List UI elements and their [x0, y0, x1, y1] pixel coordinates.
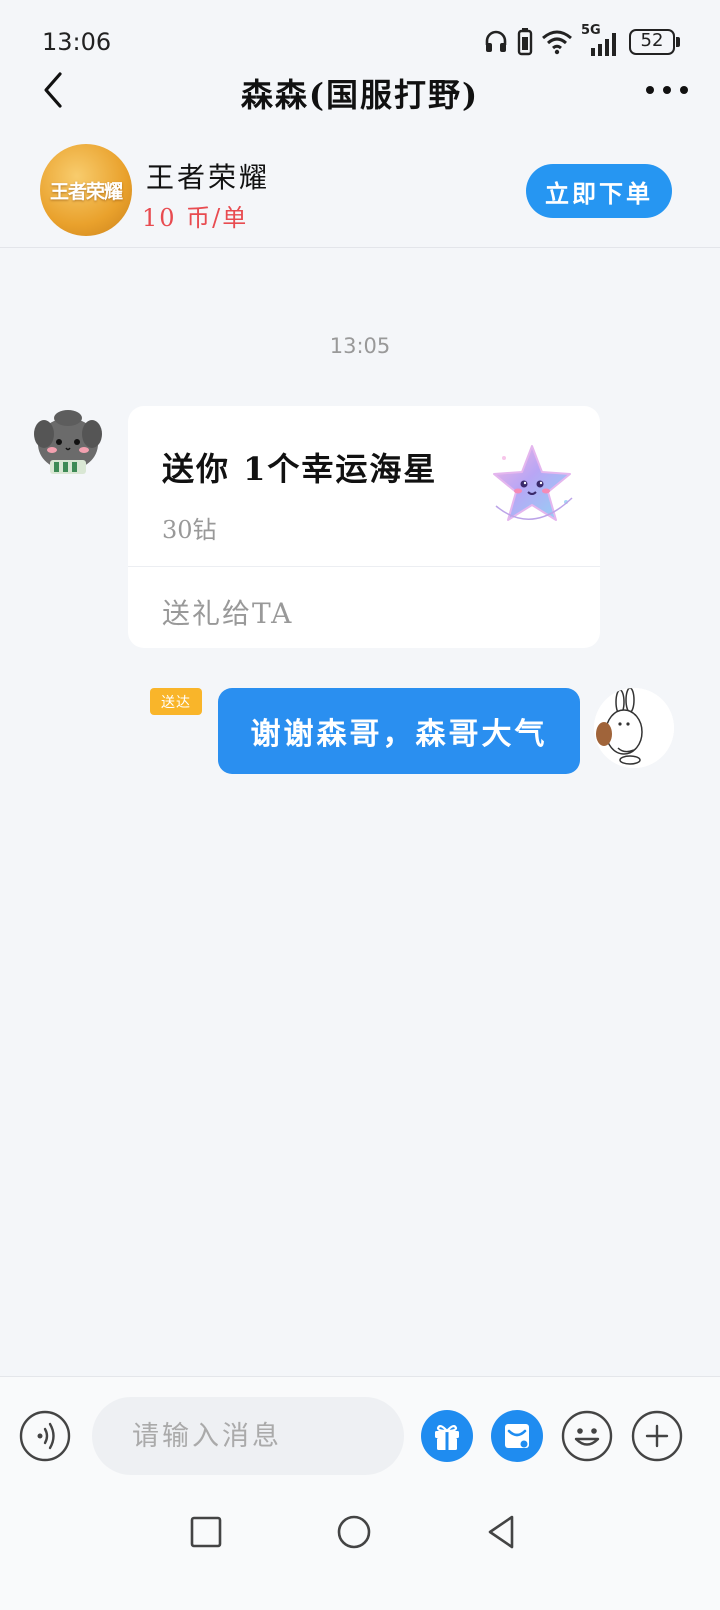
voice-input-icon[interactable] [18, 1409, 72, 1463]
service-bar: 王者荣耀 王者荣耀 10 币/单 立即下单 [0, 130, 720, 248]
vibrate-icon [517, 28, 533, 56]
message-input-bar [0, 1376, 720, 1494]
gift-title: 送你 1个幸运海星 [162, 450, 438, 488]
delivered-status-badge: 送达 [150, 688, 202, 715]
battery-icon: 52 [629, 29, 680, 55]
wifi-icon [542, 30, 572, 55]
gift-message-card[interactable]: 送你 1个幸运海星 30钻 送礼给TA [128, 406, 600, 648]
send-gift-back-link[interactable]: 送礼给TA [162, 592, 293, 632]
status-icons: 5G 52 [483, 23, 680, 60]
game-name: 王者荣耀 [146, 161, 271, 194]
signal-icon [591, 33, 616, 56]
order-now-button[interactable]: 立即下单 [526, 164, 672, 218]
signal-group: 5G [581, 23, 621, 57]
status-time: 13:06 [42, 28, 112, 56]
recent-apps-icon[interactable] [184, 1510, 228, 1554]
more-options-icon[interactable] [644, 72, 690, 108]
service-price: 10 币/单 [142, 204, 249, 232]
message-input[interactable] [92, 1397, 404, 1475]
my-avatar-image [594, 688, 674, 768]
battery-level: 52 [629, 29, 675, 55]
system-back-icon[interactable] [480, 1510, 524, 1554]
gift-price: 30钻 [162, 516, 217, 544]
order-card-icon[interactable] [490, 1409, 544, 1463]
sent-message-bubble[interactable]: 谢谢森哥，森哥大气 [218, 688, 580, 774]
sender-avatar[interactable] [30, 404, 106, 480]
my-avatar[interactable] [594, 688, 674, 768]
chat-timestamp: 13:05 [329, 334, 391, 358]
home-icon[interactable] [332, 1510, 376, 1554]
nav-bar: 森森(国服打野) [0, 64, 720, 120]
headphones-icon [485, 30, 507, 52]
starfish-gift-icon [493, 445, 573, 521]
gift-icon[interactable] [420, 1409, 474, 1463]
system-navigation-bar [0, 1494, 720, 1610]
page-title: 森森(国服打野) [240, 76, 480, 114]
game-logo-text: 王者荣耀 [49, 180, 123, 203]
game-logo: 王者荣耀 [40, 144, 132, 236]
more-actions-icon[interactable] [630, 1409, 684, 1463]
sender-avatar-image [34, 410, 102, 474]
emoji-icon[interactable] [560, 1409, 614, 1463]
